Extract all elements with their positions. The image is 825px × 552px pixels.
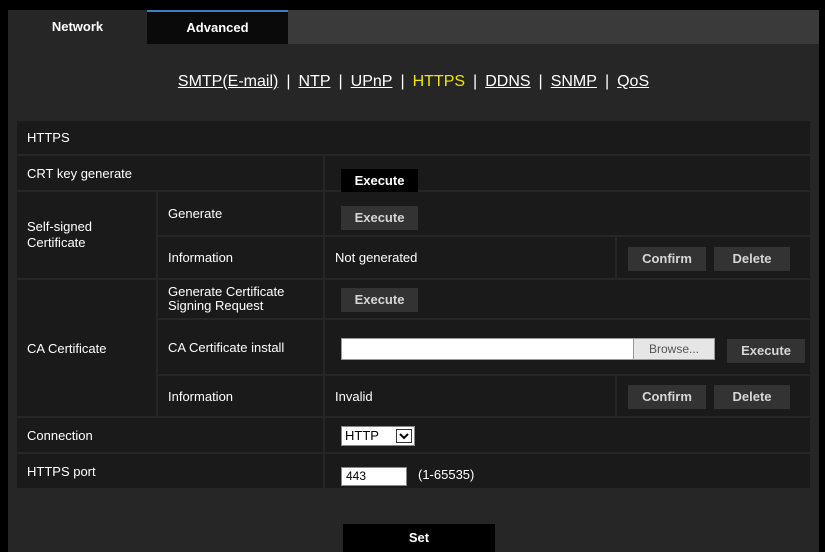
ca-install-execute-button[interactable]: Execute [727, 339, 805, 363]
ca-certificate-label: CA Certificate [17, 280, 156, 416]
link-smtp[interactable]: SMTP(E-mail) [178, 73, 278, 90]
connection-select[interactable]: HTTP [341, 426, 415, 446]
browse-button[interactable]: Browse... [633, 338, 715, 360]
ca-confirm-button[interactable]: Confirm [628, 385, 706, 409]
self-signed-delete-button[interactable]: Delete [714, 247, 790, 271]
self-signed-generate-label: Generate [158, 192, 323, 235]
self-signed-label-text: Self-signed Certificate [27, 219, 93, 250]
ca-delete-button[interactable]: Delete [714, 385, 790, 409]
self-signed-label: Self-signed Certificate [17, 192, 156, 278]
connection-select-value: HTTP [345, 428, 379, 443]
separator: | [338, 73, 343, 90]
chevron-down-icon [396, 429, 412, 443]
separator: | [400, 73, 405, 90]
ca-csr-label-cell: Generate Certificate Signing Request [158, 280, 323, 318]
section-title: HTTPS [17, 121, 810, 154]
self-signed-confirm-button[interactable]: Confirm [628, 247, 706, 271]
link-ntp[interactable]: NTP [298, 73, 330, 90]
crt-execute-button[interactable]: Execute [341, 169, 418, 193]
link-qos[interactable]: QoS [617, 73, 649, 90]
separator: | [473, 73, 478, 90]
https-port-range: (1-65535) [418, 467, 475, 482]
crt-key-label: CRT key generate [17, 156, 323, 190]
link-snmp[interactable]: SNMP [551, 73, 597, 90]
connection-label: Connection [17, 418, 323, 452]
ca-info-label: Information [158, 376, 323, 416]
ca-install-file-input[interactable] [341, 338, 634, 360]
settings-frame: Network Advanced SMTP(E-mail) | NTP | UPnP | H… [8, 10, 819, 552]
sub-navigation: SMTP(E-mail) | NTP | UPnP | HTTPS | DDNS | SNMP | Qo… [8, 73, 819, 91]
tab-bar: Network Advanced [8, 10, 819, 44]
self-signed-info-label: Information [158, 237, 323, 278]
link-ddns[interactable]: DDNS [485, 73, 530, 90]
link-upnp[interactable]: UPnP [351, 73, 393, 90]
tab-network[interactable]: Network [8, 10, 147, 44]
ca-csr-label: Generate Certificate Signing Request [168, 284, 285, 313]
ca-info-value: Invalid [325, 376, 615, 416]
separator: | [538, 73, 543, 90]
https-port-label: HTTPS port [17, 454, 323, 488]
https-port-input[interactable]: 443 [341, 467, 407, 486]
link-https[interactable]: HTTPS [413, 73, 465, 90]
ca-install-label: CA Certificate install [158, 320, 323, 374]
ca-csr-execute-button[interactable]: Execute [341, 288, 418, 312]
self-signed-info-value: Not generated [325, 237, 615, 278]
set-button[interactable]: Set [343, 524, 495, 552]
self-signed-execute-button[interactable]: Execute [341, 206, 418, 230]
separator: | [286, 73, 291, 90]
tab-advanced[interactable]: Advanced [147, 10, 288, 44]
separator: | [604, 73, 610, 90]
